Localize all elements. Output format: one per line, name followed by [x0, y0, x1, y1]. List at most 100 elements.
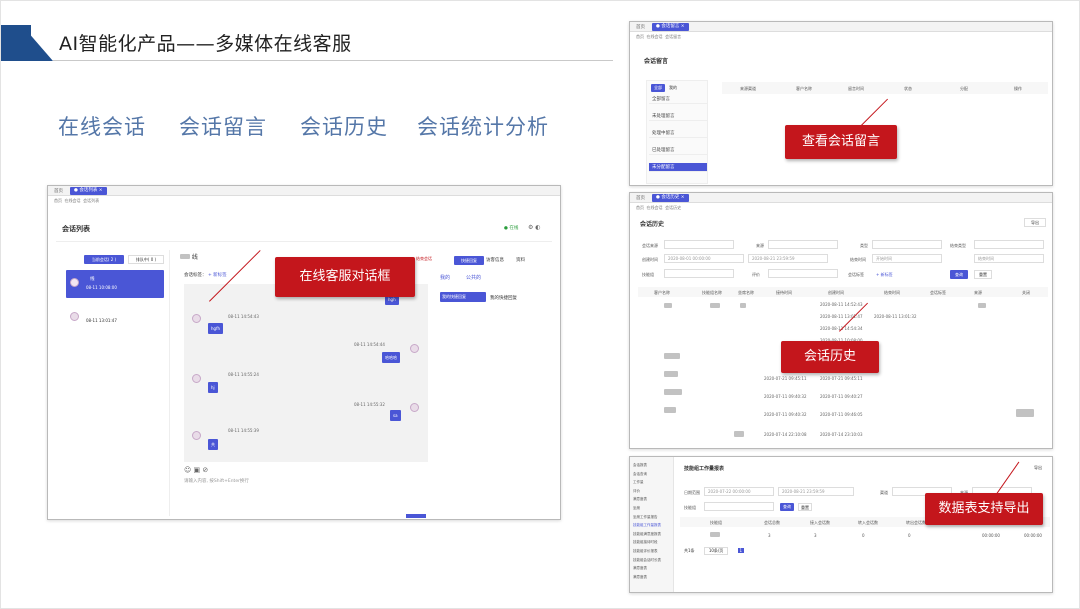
export-button[interactable]: 导出	[1024, 218, 1046, 227]
emoji-image-toolbar[interactable]: ☺ ▣ ⊘	[184, 466, 208, 474]
settings-icon[interactable]: ⚙ ◐	[528, 224, 541, 231]
avatar	[192, 374, 201, 383]
skill-group-select[interactable]	[664, 269, 734, 278]
tab-all[interactable]: 全部	[651, 84, 665, 92]
session-item[interactable]: 08-11 13:01:47	[66, 304, 164, 332]
reset-button[interactable]: 重置	[974, 270, 992, 279]
page-1-button[interactable]: 1	[737, 548, 745, 553]
chat-bubble-outgoing: sa	[390, 410, 401, 421]
reset-button[interactable]: 重置	[798, 503, 812, 511]
date-end-input[interactable]: 2020-08-21 23:59:59	[778, 487, 854, 496]
search-button[interactable]: 查询	[780, 503, 794, 511]
page-title: 技能组工作量报表	[684, 466, 725, 472]
page-title: 会话列表	[62, 225, 90, 233]
avatar	[192, 314, 201, 323]
chat-title: 线	[180, 252, 198, 261]
sidebar-item[interactable]: 坐席工作量报告	[633, 513, 661, 522]
avatar	[70, 278, 79, 287]
sidebar-item[interactable]: 技能组接待时段	[633, 538, 661, 547]
tab-session-list[interactable]: ● 会话列表 ×	[70, 187, 107, 195]
tab-quick-reply[interactable]: 快捷回复	[454, 256, 484, 265]
chat-bubble-incoming: hj	[208, 382, 218, 393]
sidebar-item[interactable]: 满意度表	[633, 495, 661, 504]
avatar	[410, 344, 419, 353]
online-status[interactable]: ● 在线	[504, 225, 518, 231]
quick-reply-group[interactable]: 我的快捷回复	[490, 295, 517, 301]
sidebar-item[interactable]: 技能组满意度报表	[633, 530, 661, 539]
chat-messages-area: hgh 08-11 14:54:43 hgfh 08-11 14:54:44 哈…	[184, 284, 428, 462]
chat-bubble-incoming: 共	[208, 439, 218, 450]
tab-messages[interactable]: ● 会话留言 ×	[652, 23, 689, 31]
tab-home[interactable]: 首页	[54, 188, 63, 194]
filter-processing[interactable]: 处理中留言	[649, 129, 707, 138]
sidebar-item[interactable]: 技能组会话时长表	[633, 556, 661, 565]
history-table-header: 客户名称 技能组名称 坐席名称 接待时间 创建时间 结束时间 会话标签 来源 关…	[638, 287, 1048, 297]
page-title: 会话历史	[640, 221, 665, 228]
slide-title: AI智能化产品——多媒体在线客服	[59, 33, 352, 55]
end-session-link[interactable]: 结束会话	[416, 256, 432, 262]
table-row: 2020-07-14 22:10:08	[764, 432, 807, 437]
end-end-input[interactable]: 结束时间	[974, 254, 1044, 263]
filter-unassigned[interactable]: 未分配留言	[649, 163, 707, 172]
search-button[interactable]: 查询	[950, 270, 968, 279]
tab-home[interactable]: 首页	[636, 195, 645, 201]
tab-visitor-info[interactable]: 访客信息	[486, 257, 504, 263]
tab-mine[interactable]: 我的	[669, 85, 677, 91]
callout-messages: 查看会话留言	[785, 125, 897, 159]
skill-group-select[interactable]	[704, 502, 774, 511]
messages-screenshot: 首页 ● 会话留言 × 首页 在线会话 会话留言 会话留言 全部 我的 全部留言…	[629, 21, 1053, 186]
session-list-panel: 当前会话( 2 ) 排队中( 0 ) 线 08-11 10:08:00 08-1…	[62, 250, 170, 516]
filter-processed[interactable]: 已处理留言	[649, 146, 707, 155]
tab-home[interactable]: 首页	[636, 24, 645, 30]
sidebar-item[interactable]: 技能组评价报表	[633, 547, 661, 556]
chat-bubble-incoming: hgfh	[208, 323, 224, 334]
export-button[interactable]: 导出	[1034, 465, 1042, 471]
origin-select[interactable]	[768, 240, 838, 249]
breadcrumb: 首页 在线会话 会话历史	[636, 205, 682, 210]
sidebar-item[interactable]: 工作量	[633, 478, 661, 487]
session-item-active[interactable]: 线 08-11 10:08:00	[66, 270, 164, 298]
queue-tab[interactable]: 排队中( 0 )	[128, 255, 164, 264]
feature-online-chat: 在线会话	[58, 115, 146, 139]
chat-tag-label: 会话标签： + 新标签	[184, 273, 227, 278]
messages-table-header: 来源渠道 客户名称 留言时间 状态 分配 操作	[722, 82, 1048, 94]
tab-profile[interactable]: 资料	[516, 257, 525, 263]
end-start-input[interactable]: 开始时间	[872, 254, 942, 263]
tab-mine[interactable]: 我的	[440, 274, 450, 281]
created-end-input[interactable]: 2020-08-21 23:59:59	[748, 254, 828, 263]
tab-public[interactable]: 公共的	[466, 274, 481, 281]
current-sessions-tab[interactable]: 当前会话( 2 )	[84, 255, 124, 264]
chat-screenshot: 首页 ● 会话列表 × 首页 在线会话 会话列表 会话列表 ● 在线 ⚙ ◐ 当…	[47, 185, 561, 520]
feature-history: 会话历史	[300, 115, 388, 139]
type-select[interactable]	[872, 240, 942, 249]
breadcrumb: 首页 在线会话 会话列表	[54, 198, 100, 203]
date-start-input[interactable]: 2020-07-22 00:00:00	[704, 487, 774, 496]
source-select[interactable]	[664, 240, 734, 249]
sidebar-item[interactable]: 会话报表	[633, 461, 661, 470]
created-start-input[interactable]: 2020-08-01 00:00:00	[664, 254, 744, 263]
page-title: 会话留言	[644, 58, 669, 65]
feature-analytics: 会话统计分析	[417, 115, 549, 139]
sidebar-item[interactable]: 技能组工作量报表	[633, 521, 661, 530]
filter-unprocessed[interactable]: 未处理留言	[649, 112, 707, 121]
breadcrumb: 首页 在线会话 会话留言	[636, 34, 682, 39]
send-button[interactable]	[406, 514, 426, 518]
quick-reply-group-active[interactable]: 我的快捷回复	[440, 292, 486, 302]
filter-all[interactable]: 全部留言	[649, 95, 707, 104]
sidebar-item[interactable]: 评价	[633, 487, 661, 496]
title-divider	[53, 60, 613, 61]
avatar	[410, 403, 419, 412]
tab-history[interactable]: ● 会话历史 ×	[652, 194, 689, 202]
new-tag-link[interactable]: + 新标签	[876, 272, 893, 278]
end-type-select[interactable]	[974, 240, 1044, 249]
table-row: 2020-07-11 09:40:32	[764, 394, 807, 399]
avatar	[70, 312, 79, 321]
sidebar-item[interactable]: 满意度表	[633, 564, 661, 573]
chat-input[interactable]: 请输入内容, 按Shift+Enter换行	[184, 478, 249, 484]
sidebar-item[interactable]: 会话查询	[633, 470, 661, 479]
rating-select[interactable]	[768, 269, 838, 278]
page-size-select[interactable]: 10条/页	[703, 547, 729, 555]
sidebar-item[interactable]: 坐席	[633, 504, 661, 513]
avatar	[192, 431, 201, 440]
sidebar-item[interactable]: 满意度表	[633, 573, 661, 582]
